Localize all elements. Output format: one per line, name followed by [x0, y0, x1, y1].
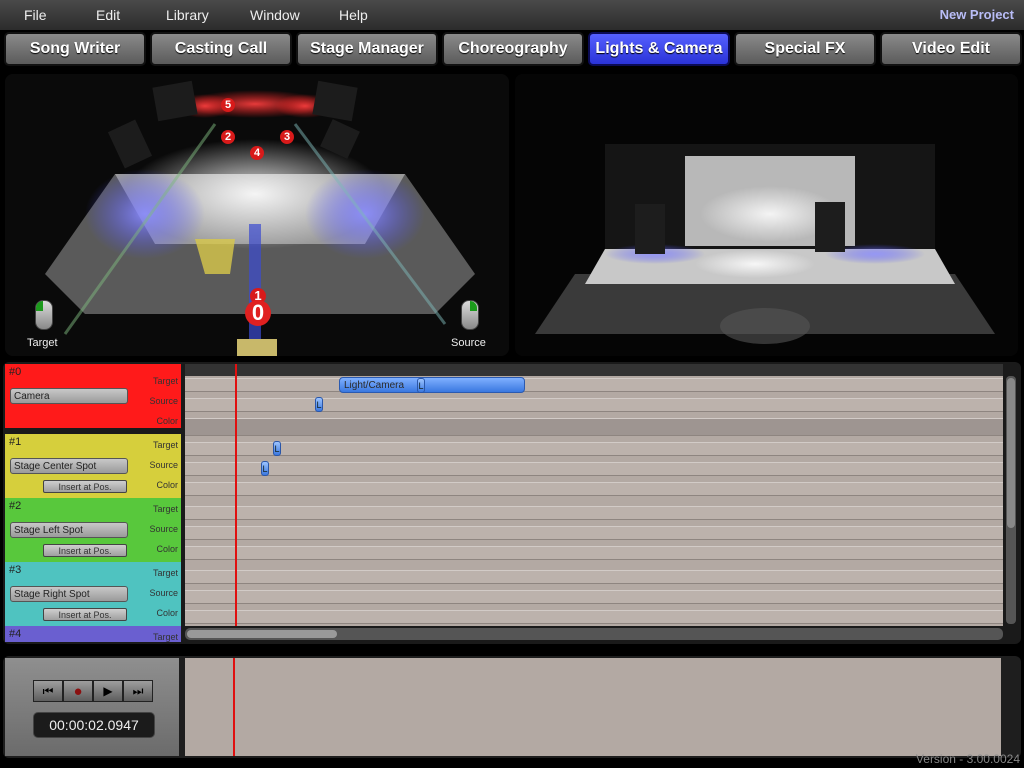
row-2-target[interactable] — [185, 506, 1003, 520]
timeline-ruler[interactable] — [185, 364, 1003, 376]
track-name-field[interactable]: Camera — [10, 388, 128, 404]
menu-edit[interactable]: Edit — [96, 7, 120, 23]
color-row-label: Color — [156, 608, 178, 618]
target-row-label: Target — [152, 632, 178, 642]
track-camera[interactable]: #0 Camera Target Source Color — [5, 364, 181, 428]
timeline-vertical-scrollbar[interactable] — [1006, 376, 1016, 624]
target-mouse-icon — [35, 300, 53, 330]
insert-at-pos-button[interactable]: Insert at Pos. — [43, 544, 127, 557]
track-name-field[interactable]: Stage Center Spot — [10, 458, 128, 474]
row-2-color[interactable] — [185, 546, 1003, 560]
video-track-grid[interactable] — [185, 658, 1001, 756]
play-icon[interactable]: ▶ — [93, 680, 123, 702]
track-number: #0 — [9, 366, 22, 378]
vertical-scroll-thumb[interactable] — [1007, 378, 1015, 528]
row-camera-color[interactable] — [185, 418, 1003, 436]
tab-lights-camera[interactable]: Lights & Camera — [588, 32, 730, 66]
project-name: New Project — [939, 7, 1014, 22]
target-row-label: Target — [152, 440, 178, 450]
source-label: Source — [451, 337, 486, 349]
menu-library[interactable]: Library — [166, 7, 209, 23]
insert-at-pos-button[interactable]: Insert at Pos. — [43, 480, 127, 493]
keyframe-marker[interactable]: L — [261, 461, 269, 476]
track-number: #4 — [9, 628, 22, 640]
track-number: #1 — [9, 436, 22, 448]
row-camera-target[interactable] — [185, 378, 1003, 392]
track-stage-left-spot[interactable]: #2 Stage Left Spot Insert at Pos. Target… — [5, 498, 181, 562]
track-number: #3 — [9, 564, 22, 576]
row-2-source[interactable] — [185, 526, 1003, 540]
timeline-editor: #0 Camera Target Source Color #1 Stage C… — [3, 362, 1021, 644]
track-stage-right-spot[interactable]: #3 Stage Right Spot Insert at Pos. Targe… — [5, 562, 181, 626]
target-row-label: Target — [152, 504, 178, 514]
source-row-label: Source — [149, 524, 178, 534]
tab-video-edit[interactable]: Video Edit — [880, 32, 1022, 66]
light-camera-keybar[interactable]: Light/Camera — [339, 377, 525, 393]
camera-marker-0[interactable]: 0 — [245, 300, 271, 326]
track-list: #0 Camera Target Source Color #1 Stage C… — [5, 364, 181, 642]
fast-forward-icon[interactable]: ⏭ — [123, 680, 153, 702]
tab-stage-manager[interactable]: Stage Manager — [296, 32, 438, 66]
row-1-target[interactable] — [185, 442, 1003, 456]
row-camera-source[interactable] — [185, 398, 1003, 412]
light-marker-3[interactable]: 3 — [280, 130, 294, 144]
keyframe-marker[interactable]: L — [315, 397, 323, 412]
target-row-label: Target — [152, 376, 178, 386]
track-name-field[interactable]: Stage Left Spot — [10, 522, 128, 538]
color-row-label: Color — [156, 544, 178, 554]
source-row-label: Source — [149, 460, 178, 470]
keyframe-marker[interactable]: L — [273, 441, 281, 456]
color-row-label: Color — [156, 480, 178, 490]
row-3-source[interactable] — [185, 590, 1003, 604]
version-label: Version - 3.00.0024 — [915, 752, 1020, 766]
target-label: Target — [27, 337, 58, 349]
light-marker-5[interactable]: 5 — [221, 98, 235, 112]
overhead-stage-view[interactable]: 5 2 3 4 1 0 Target Source — [5, 74, 509, 356]
tab-song-writer[interactable]: Song Writer — [4, 32, 146, 66]
light-marker-4[interactable]: 4 — [250, 146, 264, 160]
transport-panel: ⏮ ● ▶ ⏭ 00:00:02.0947 — [3, 656, 1021, 758]
track-stage-center-spot[interactable]: #1 Stage Center Spot Insert at Pos. Targ… — [5, 434, 181, 498]
light-marker-2[interactable]: 2 — [221, 130, 235, 144]
timeline-horizontal-scrollbar[interactable] — [185, 628, 1003, 640]
row-1-color[interactable] — [185, 482, 1003, 496]
track-name-field[interactable]: Stage Right Spot — [10, 586, 128, 602]
menu-bar: File Edit Library Window Help New Projec… — [0, 0, 1024, 30]
horizontal-scroll-thumb[interactable] — [187, 630, 337, 638]
menu-help[interactable]: Help — [339, 7, 368, 23]
source-row-label: Source — [149, 396, 178, 406]
bottom-playhead[interactable] — [233, 658, 235, 756]
tab-special-fx[interactable]: Special FX — [734, 32, 876, 66]
time-display: 00:00:02.0947 — [33, 712, 155, 738]
camera-preview-view[interactable] — [515, 74, 1018, 356]
timeline-grid[interactable]: Light/Camera L L L L — [185, 364, 1003, 626]
insert-at-pos-button[interactable]: Insert at Pos. — [43, 608, 127, 621]
track-number: #2 — [9, 500, 22, 512]
color-row-label: Color — [156, 416, 178, 426]
camera-preview-render — [515, 74, 1018, 356]
record-icon[interactable]: ● — [63, 680, 93, 702]
tab-choreography[interactable]: Choreography — [442, 32, 584, 66]
row-3-target[interactable] — [185, 570, 1003, 584]
menu-file[interactable]: File — [24, 7, 47, 23]
keyframe-marker[interactable]: L — [417, 378, 425, 393]
row-1-source[interactable] — [185, 462, 1003, 476]
source-row-label: Source — [149, 588, 178, 598]
tab-casting-call[interactable]: Casting Call — [150, 32, 292, 66]
source-mouse-icon — [461, 300, 479, 330]
module-tabs: Song Writer Casting Call Stage Manager C… — [4, 32, 1022, 68]
target-row-label: Target — [152, 568, 178, 578]
track-4[interactable]: #4 Target — [5, 626, 181, 642]
menu-window[interactable]: Window — [250, 7, 300, 23]
playhead[interactable] — [235, 364, 237, 626]
transport-controls: ⏮ ● ▶ ⏭ 00:00:02.0947 — [5, 658, 179, 756]
rewind-icon[interactable]: ⏮ — [33, 680, 63, 702]
row-3-color[interactable] — [185, 610, 1003, 624]
